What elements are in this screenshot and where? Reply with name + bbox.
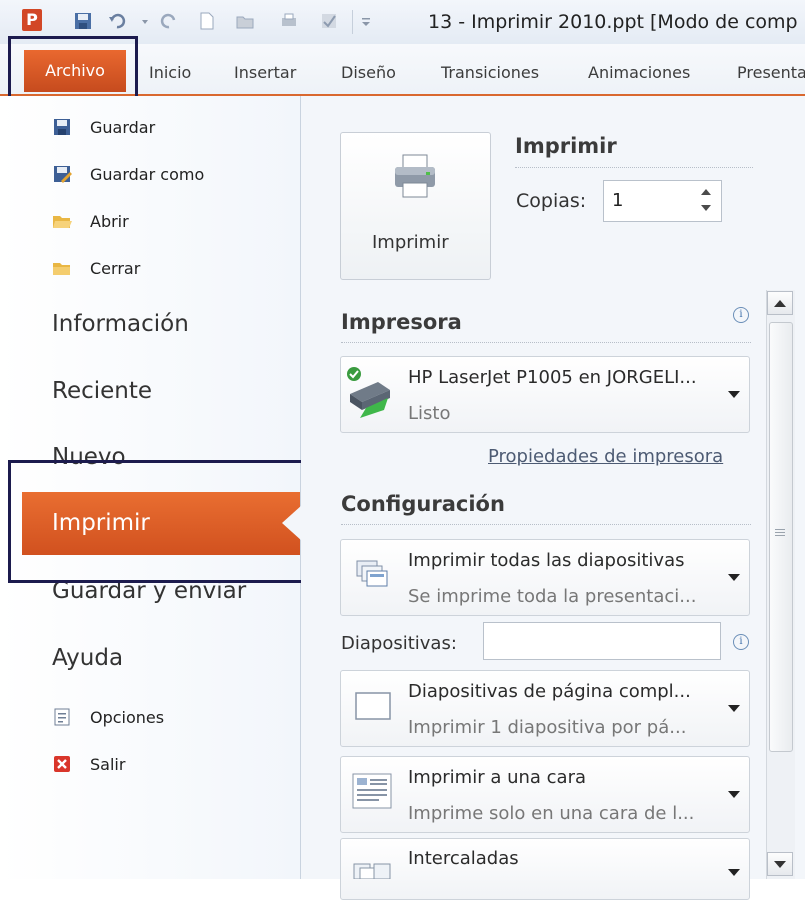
- print-range-chevron-down-icon: [728, 574, 740, 581]
- print-heading-divider: [515, 167, 753, 168]
- nav-guardar-como-label: Guardar como: [90, 164, 205, 184]
- layout-chevron-down-icon: [728, 705, 740, 712]
- layout-sub: Imprimir 1 diapositiva por pá...: [408, 717, 687, 738]
- nav-informacion[interactable]: Información: [52, 311, 189, 337]
- printer-info-icon[interactable]: i: [733, 307, 749, 323]
- spelling-icon[interactable]: [320, 12, 338, 30]
- powerpoint-logo-icon[interactable]: P: [22, 9, 42, 31]
- nav-ayuda[interactable]: Ayuda: [52, 645, 123, 671]
- collation-chevron-down-icon: [728, 869, 740, 876]
- collation-dropdown[interactable]: [340, 838, 750, 900]
- settings-heading: Configuración: [341, 492, 505, 516]
- undo-icon[interactable]: [108, 12, 126, 30]
- print-heading: Imprimir: [515, 134, 617, 158]
- copies-value: 1: [612, 190, 624, 211]
- qat-separator: [352, 10, 353, 34]
- save-icon: [54, 119, 70, 135]
- printer-properties-link[interactable]: Propiedades de impresora: [488, 446, 723, 467]
- new-document-icon[interactable]: [198, 12, 216, 30]
- print-preview-icon[interactable]: [280, 12, 298, 30]
- redo-icon[interactable]: [160, 12, 178, 30]
- print-range-main: Imprimir todas las diapositivas: [408, 550, 685, 571]
- nav-salir-label: Salir: [90, 754, 126, 774]
- one-sided-icon: [352, 773, 392, 809]
- printer-heading-divider: [341, 342, 751, 343]
- save-icon[interactable]: [74, 12, 92, 30]
- full-page-slide-icon: [355, 692, 391, 720]
- copies-spin-icon[interactable]: [698, 184, 714, 216]
- undo-dropdown-icon[interactable]: [140, 12, 150, 30]
- nav-opciones[interactable]: Opciones: [52, 703, 164, 731]
- imprimir-highlight-outline: [8, 460, 326, 583]
- tab-insertar[interactable]: Insertar: [234, 63, 296, 82]
- print-button-label: Imprimir: [372, 232, 449, 253]
- tab-presentacion[interactable]: Presenta: [737, 63, 805, 82]
- printer-ready-icon: [347, 367, 390, 418]
- save-as-icon: [54, 166, 72, 183]
- customize-qat-icon[interactable]: [360, 12, 372, 30]
- nav-guardar-label: Guardar: [90, 117, 156, 137]
- nav-cerrar[interactable]: Cerrar: [52, 254, 140, 282]
- slides-input[interactable]: [483, 622, 721, 660]
- collated-icon: [353, 863, 391, 879]
- scroll-thumb[interactable]: [769, 322, 793, 752]
- slides-info-icon[interactable]: i: [733, 634, 749, 650]
- tab-diseno[interactable]: Diseño: [341, 63, 396, 82]
- tab-transiciones[interactable]: Transiciones: [441, 63, 539, 82]
- print-range-sub: Se imprime toda la presentaci...: [408, 586, 697, 607]
- printer-chevron-down-icon: [728, 391, 740, 398]
- printer-name: HP LaserJet P1005 en JORGELI...: [408, 367, 697, 388]
- nav-guardar[interactable]: Guardar: [52, 113, 155, 141]
- nav-salir[interactable]: Salir: [52, 750, 125, 778]
- slides-label: Diapositivas:: [341, 633, 457, 654]
- nav-opciones-label: Opciones: [90, 707, 165, 727]
- nav-abrir-label: Abrir: [90, 211, 129, 231]
- options-icon: [54, 708, 70, 726]
- layout-main: Diapositivas de página compl...: [408, 681, 691, 702]
- nav-guardar-como[interactable]: Guardar como: [52, 160, 204, 188]
- tab-animaciones[interactable]: Animaciones: [588, 63, 690, 82]
- printer-icon: [395, 154, 435, 198]
- scroll-down-arrow-icon: [774, 861, 786, 868]
- scroll-up-arrow-icon: [774, 300, 786, 307]
- sides-sub: Imprime solo en una cara de l...: [408, 803, 695, 824]
- nav-cerrar-label: Cerrar: [90, 258, 141, 278]
- printer-status: Listo: [408, 403, 451, 424]
- scroll-grip-icon: [775, 529, 785, 536]
- nav-abrir[interactable]: Abrir: [52, 207, 129, 235]
- exit-icon: [54, 756, 70, 772]
- close-folder-icon: [53, 263, 70, 275]
- sides-main: Imprimir a una cara: [408, 767, 587, 788]
- nav-reciente[interactable]: Reciente: [52, 378, 152, 404]
- sides-chevron-down-icon: [728, 791, 740, 798]
- tab-inicio[interactable]: Inicio: [149, 63, 191, 82]
- open-icon[interactable]: [236, 12, 254, 30]
- settings-heading-divider: [341, 524, 751, 525]
- printer-heading: Impresora: [341, 310, 462, 334]
- copies-label: Copias:: [516, 190, 587, 212]
- slides-stack-icon: [356, 560, 388, 587]
- collation-main: Intercaladas: [408, 848, 519, 869]
- window-title: 13 - Imprimir 2010.ppt [Modo de comp: [428, 11, 798, 33]
- open-folder-icon: [53, 216, 72, 228]
